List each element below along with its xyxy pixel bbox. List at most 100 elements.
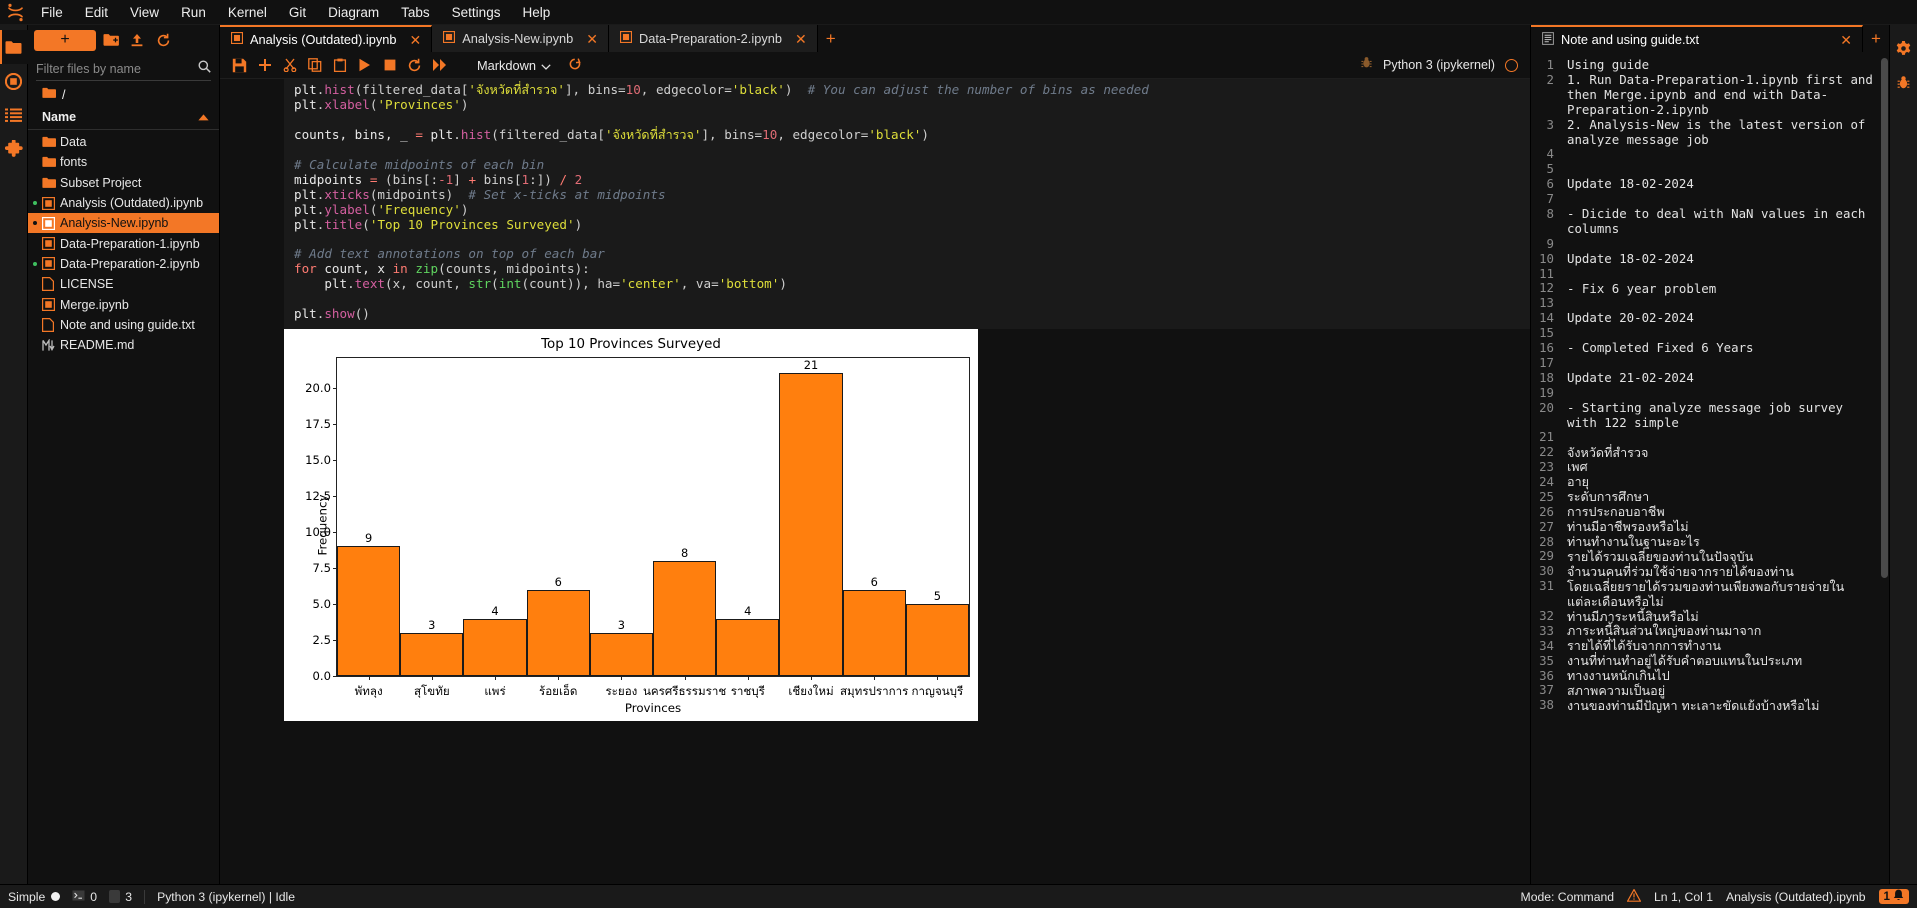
- file-list-header[interactable]: Name: [28, 106, 219, 130]
- editor-scrollbar[interactable]: [1880, 52, 1889, 884]
- cell-type-dropdown[interactable]: Markdown: [473, 57, 555, 74]
- editor-line: จังหวัดที่สำรวจ: [1567, 444, 1649, 460]
- scrollbar-thumb[interactable]: [1881, 58, 1888, 578]
- running-terminals-icon[interactable]: [0, 64, 28, 98]
- close-icon[interactable]: ✕: [410, 33, 422, 47]
- save-icon[interactable]: [228, 54, 251, 77]
- notification-badge[interactable]: 1: [1878, 889, 1909, 904]
- property-inspector-icon[interactable]: [1890, 31, 1917, 65]
- cell-output-area: Top 10 Provinces Surveyed Frequency 0.0 2…: [220, 329, 1530, 722]
- new-launcher-button[interactable]: +: [34, 29, 96, 51]
- list-item[interactable]: fonts: [28, 152, 219, 172]
- notebook-scroll-area[interactable]: plt.hist(filtered_data['จังหวัดที่สำรวจ'…: [220, 79, 1530, 884]
- run-cell-icon[interactable]: [353, 54, 376, 77]
- running-status-dot: [33, 261, 37, 266]
- simple-interface-toggle[interactable]: Simple: [8, 889, 61, 904]
- editor-line-number: 17: [1539, 354, 1554, 370]
- interrupt-kernel-icon[interactable]: [378, 54, 401, 77]
- list-item[interactable]: README.md: [28, 335, 219, 355]
- menu-git[interactable]: Git: [278, 0, 317, 25]
- menu-edit[interactable]: Edit: [74, 0, 119, 25]
- search-input[interactable]: [36, 61, 198, 76]
- kernels-count[interactable]: 3: [109, 890, 132, 904]
- list-item[interactable]: Subset Project: [28, 173, 219, 193]
- list-item[interactable]: Analysis (Outdated).ipynb: [28, 193, 219, 213]
- chart-bar: [842, 589, 906, 677]
- text-editor-content[interactable]: Using guide 1. Run Data-Preparation-1.ipy…: [1559, 52, 1880, 884]
- tab-label: Analysis (Outdated).ipynb: [250, 32, 397, 47]
- git-branch-icon[interactable]: [563, 54, 586, 77]
- list-item[interactable]: Data: [28, 132, 219, 152]
- toggle-knob-icon[interactable]: [51, 892, 61, 901]
- chart-ytick-mark: [333, 387, 337, 389]
- code-line: for count, x in zip(counts, midpoints):: [294, 261, 590, 277]
- tab-note-and-using-guide[interactable]: Note and using guide.txt ✕: [1531, 25, 1863, 52]
- new-editor-tab-button[interactable]: +: [1863, 25, 1889, 52]
- menu-run[interactable]: Run: [170, 0, 217, 25]
- editor-line: Using guide: [1567, 57, 1650, 72]
- new-folder-icon[interactable]: [100, 29, 122, 51]
- menu-kernel[interactable]: Kernel: [217, 0, 278, 25]
- warning-icon[interactable]: [1626, 887, 1642, 905]
- list-item[interactable]: LICENSE: [28, 274, 219, 294]
- list-item[interactable]: Data-Preparation-2.ipynb: [28, 254, 219, 274]
- text-editor-area[interactable]: 1 2 3 4 5 6 7 8 9 10 11 12 13 14 15 16 17 18 19 20 21 22 23 24 2…: [1531, 52, 1889, 884]
- tab-analysis-new[interactable]: Analysis-New.ipynb ✕: [432, 25, 609, 52]
- kernel-name-label[interactable]: Python 3 (ipykernel): [1383, 58, 1495, 72]
- close-icon[interactable]: ✕: [1840, 33, 1852, 47]
- close-icon[interactable]: ✕: [586, 32, 598, 46]
- restart-and-run-all-icon[interactable]: [428, 54, 451, 77]
- list-item[interactable]: Note and using guide.txt: [28, 315, 219, 335]
- list-item[interactable]: Merge.ipynb: [28, 294, 219, 314]
- kernel-status-text[interactable]: Python 3 (ipykernel) | Idle: [157, 890, 295, 904]
- notebook-icon: [42, 196, 60, 210]
- search-icon[interactable]: [198, 60, 211, 78]
- kernel-idle-circle-icon[interactable]: [1505, 58, 1518, 72]
- file-list: Data fonts Subset Project Analysis (Outd…: [28, 130, 219, 884]
- chart-xtick-mark: [558, 676, 560, 681]
- menu-diagram[interactable]: Diagram: [317, 0, 390, 25]
- chart-title: Top 10 Provinces Surveyed: [541, 337, 721, 353]
- paste-icon[interactable]: [328, 54, 351, 77]
- editor-line: 1. Run Data-Preparation-1.ipynb first an…: [1567, 71, 1880, 117]
- cut-icon[interactable]: [278, 54, 301, 77]
- chart-plot-area: 0.0 2.5 5.0 7.5 10.0 12.5 15.0 17.5 20.0 9 พัทลุง 3…: [305, 357, 970, 698]
- editor-line: โดยเฉลี่ยยรายได้รวมของท่านเพียงพอกับรายจ…: [1567, 578, 1845, 609]
- file-browser-icon[interactable]: [0, 30, 28, 64]
- list-item-analysis-new[interactable]: Analysis-New.ipynb: [28, 213, 219, 234]
- chart-bar-value-label: 3: [428, 618, 436, 632]
- insert-cell-below-icon[interactable]: [253, 54, 276, 77]
- table-of-contents-icon[interactable]: [0, 98, 28, 132]
- extension-manager-icon[interactable]: [0, 132, 28, 166]
- sort-ascending-icon[interactable]: [198, 110, 209, 124]
- tab-label: Analysis-New.ipynb: [462, 31, 574, 46]
- tab-analysis-outdated[interactable]: Analysis (Outdated).ipynb ✕: [220, 25, 433, 52]
- menu-view[interactable]: View: [119, 0, 170, 25]
- breadcrumb[interactable]: /: [28, 81, 219, 106]
- menu-help[interactable]: Help: [511, 0, 561, 25]
- debugger-icon[interactable]: [1890, 65, 1917, 99]
- copy-icon[interactable]: [303, 54, 326, 77]
- simple-mode-label: Simple: [8, 889, 46, 904]
- menu-settings[interactable]: Settings: [441, 0, 512, 25]
- chart-bar: [463, 618, 527, 677]
- chart-xtick-mark: [684, 676, 686, 681]
- restart-kernel-icon[interactable]: [403, 54, 426, 77]
- editor-mode-label[interactable]: Mode: Command: [1521, 890, 1614, 904]
- matplotlib-figure: Top 10 Provinces Surveyed Frequency 0.0 2…: [284, 329, 978, 722]
- notification-count: 1: [1883, 890, 1890, 903]
- debugger-bug-icon[interactable]: [1360, 56, 1373, 74]
- upload-icon[interactable]: [126, 29, 148, 51]
- code-editor[interactable]: plt.hist(filtered_data['จังหวัดที่สำรวจ'…: [284, 79, 1530, 330]
- menu-tabs[interactable]: Tabs: [390, 0, 441, 25]
- menu-file[interactable]: File: [30, 0, 74, 25]
- new-tab-button[interactable]: +: [818, 25, 844, 52]
- refresh-icon[interactable]: [152, 29, 174, 51]
- breadcrumb-root[interactable]: /: [62, 88, 65, 102]
- close-icon[interactable]: ✕: [795, 32, 807, 46]
- tab-data-preparation-2[interactable]: Data-Preparation-2.ipynb ✕: [608, 25, 818, 52]
- cursor-position-label[interactable]: Ln 1, Col 1: [1654, 890, 1713, 904]
- list-item[interactable]: Data-Preparation-1.ipynb: [28, 233, 219, 253]
- active-file-label[interactable]: Analysis (Outdated).ipynb: [1726, 890, 1866, 904]
- terminals-count[interactable]: 0: [72, 890, 97, 904]
